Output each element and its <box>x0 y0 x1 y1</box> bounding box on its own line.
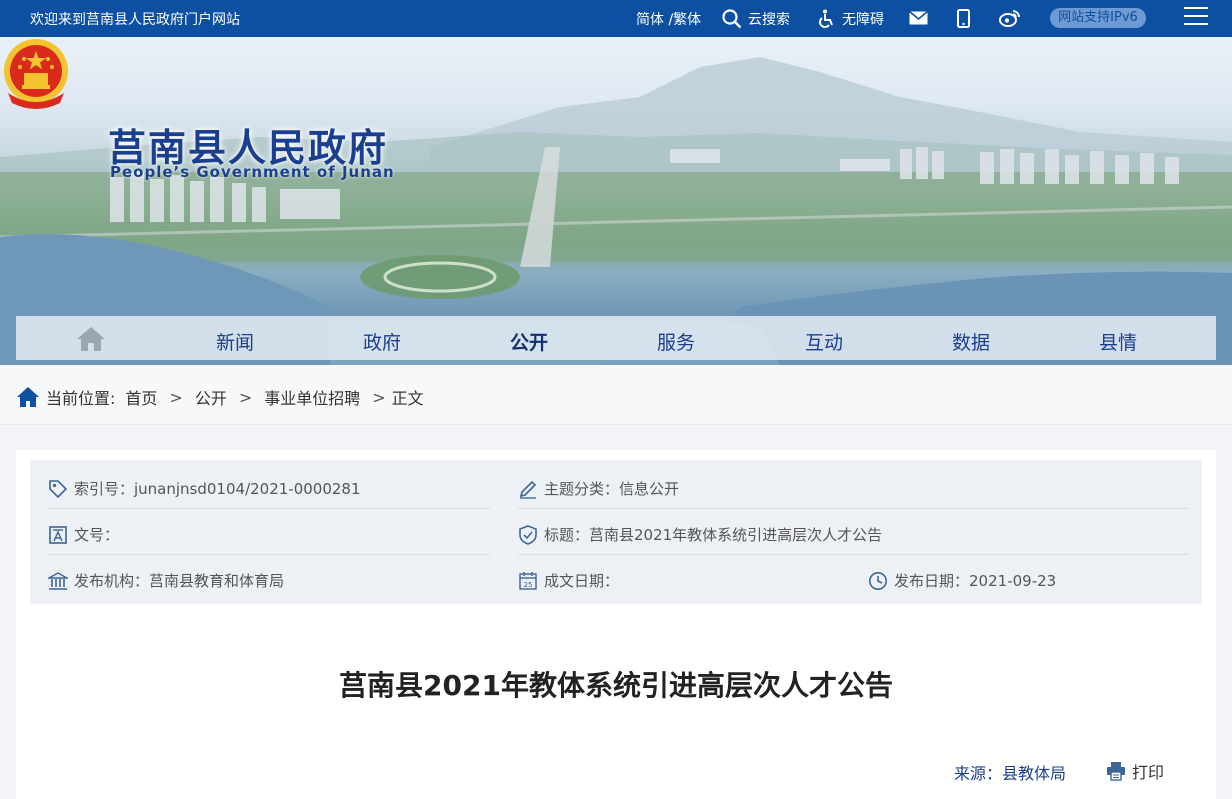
nav-item-county-info[interactable]: 县情 <box>1099 328 1137 355</box>
nav-item-government[interactable]: 政府 <box>363 328 401 355</box>
breadcrumb-current: 正文 <box>391 389 424 408</box>
meta-title-text: 标题：莒南县2021年教体系统引进高层次人才公告 <box>544 526 883 544</box>
breadcrumb-separator: > <box>238 387 253 407</box>
meta-publisher: 发布机构：莒南县教育和体育局 <box>48 570 284 591</box>
meta-title: 标题：莒南县2021年教体系统引进高层次人才公告 <box>518 524 882 545</box>
article-source: 来源：县教体局 <box>954 764 1067 783</box>
mobile-phone-icon <box>957 9 970 28</box>
pencil-icon <box>519 480 537 499</box>
calendar-icon: 25 <box>519 571 537 590</box>
home-icon <box>17 387 39 407</box>
mail-icon <box>909 11 928 25</box>
meta-topic-text: 主题分类：信息公开 <box>544 480 680 498</box>
breadcrumb-separator: > <box>169 387 183 407</box>
meta-topic: 主题分类：信息公开 <box>518 478 679 499</box>
print-button[interactable]: 打印 <box>1106 759 1164 783</box>
weibo-icon <box>999 10 1020 27</box>
divider <box>518 554 1188 555</box>
search-label: 云搜索 <box>748 12 790 28</box>
ipv6-badge: 网站支持IPv6 <box>1050 8 1146 28</box>
meta-doc-no: 文号： <box>48 524 119 545</box>
nav-home-button[interactable] <box>76 326 106 356</box>
top-bar: 欢迎来到莒南县人民政府门户网站 简体 /繁体 云搜索 无障碍 网站支持IPv6 <box>0 0 1232 37</box>
welcome-text: 欢迎来到莒南县人民政府门户网站 <box>30 12 240 28</box>
breadcrumb-recruitment-link[interactable]: 事业单位招聘 <box>264 385 360 409</box>
language-switch[interactable]: 简体 /繁体 <box>636 9 701 29</box>
cloud-search-button[interactable]: 云搜索 <box>722 9 790 29</box>
breadcrumb: 当前位置: 首页 > 公开 > 事业单位招聘 > 正文 <box>0 365 1232 425</box>
home-icon <box>77 327 105 351</box>
mobile-button[interactable] <box>957 9 970 28</box>
meta-publish-date-value: 2021-09-23 <box>969 571 1057 590</box>
meta-index-no-text: 索引号：junanjnsd0104/2021-0000281 <box>74 480 361 498</box>
metadata-panel: 索引号：junanjnsd0104/2021-0000281 主题分类：信息公开… <box>30 460 1202 604</box>
meta-publisher-text: 发布机构：莒南县教育和体育局 <box>74 572 285 590</box>
hamburger-menu-icon[interactable] <box>1184 7 1208 29</box>
breadcrumb-separator: > <box>372 387 386 407</box>
wheelchair-icon <box>819 9 833 28</box>
print-label: 打印 <box>1132 763 1165 782</box>
article-card: 索引号：junanjnsd0104/2021-0000281 主题分类：信息公开… <box>16 450 1216 799</box>
accessibility-label: 无障碍 <box>842 12 884 28</box>
meta-publish-date-label: 发布日期： <box>894 572 970 590</box>
article-title: 莒南县2021年教体系统引进高层次人才公告 <box>339 669 893 702</box>
accessibility-button[interactable]: 无障碍 <box>816 9 884 29</box>
meta-publish-date: 发布日期： 2021-09-23 <box>868 570 1056 591</box>
main-navigation: 新闻 政府 公开 服务 互动 数据 县情 <box>16 316 1216 360</box>
shield-check-icon <box>519 524 537 545</box>
svg-text:25: 25 <box>524 581 533 589</box>
nav-item-services[interactable]: 服务 <box>657 328 695 355</box>
nav-item-public[interactable]: 公开 <box>510 328 548 355</box>
meta-written-date: 25 成文日期： <box>518 570 619 591</box>
printer-icon <box>1107 762 1125 781</box>
meta-doc-no-text: 文号： <box>74 526 120 544</box>
nav-item-interaction[interactable]: 互动 <box>805 328 843 355</box>
mail-button[interactable] <box>909 11 928 25</box>
divider <box>518 508 1188 509</box>
weibo-button[interactable] <box>999 9 1021 27</box>
institution-icon <box>48 571 68 590</box>
tag-icon <box>49 479 68 498</box>
breadcrumb-prefix: 当前位置: <box>46 389 116 408</box>
breadcrumb-home-link[interactable]: 首页 <box>125 385 157 409</box>
nav-item-data[interactable]: 数据 <box>952 328 990 355</box>
site-subtitle: People’s Government of Junan <box>110 163 395 181</box>
breadcrumb-public-link[interactable]: 公开 <box>195 385 227 409</box>
national-emblem-logo <box>4 39 68 109</box>
search-icon <box>722 9 742 29</box>
nav-item-news[interactable]: 新闻 <box>216 328 254 355</box>
clock-icon <box>869 571 887 590</box>
document-number-icon <box>49 525 67 544</box>
divider <box>48 508 490 509</box>
meta-index-no: 索引号：junanjnsd0104/2021-0000281 <box>48 478 361 499</box>
divider <box>48 554 490 555</box>
meta-written-date-text: 成文日期： <box>544 572 620 590</box>
